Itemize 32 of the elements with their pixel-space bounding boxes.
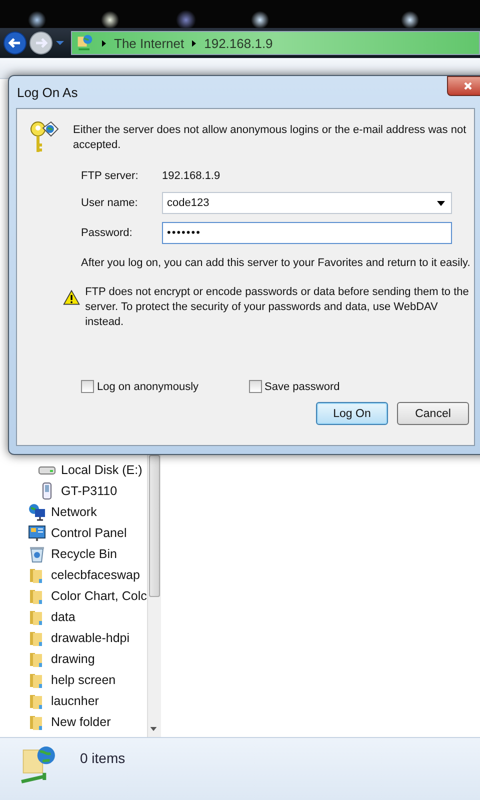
tree-item[interactable]: Network [51, 504, 97, 518]
field-label: FTP server: [81, 169, 140, 184]
tree-item[interactable]: help screen [51, 672, 116, 686]
info-text: After you log on, you can add this server to your Favorites and return to it easily. [81, 256, 472, 271]
tree-item[interactable]: celecbfaceswap [51, 568, 140, 582]
field-label: Password: [81, 226, 134, 241]
breadcrumb[interactable]: The Internet [114, 36, 184, 50]
field-label: User name: [81, 196, 139, 211]
tree-item[interactable]: Local Disk (E:) [61, 462, 142, 476]
tree-item[interactable]: drawing [51, 652, 95, 666]
checkbox-label[interactable]: Log on anonymously [97, 380, 199, 392]
checkbox-label[interactable]: Save password [264, 380, 340, 392]
field-value: code123 [167, 197, 210, 209]
tree-item[interactable]: GT-P3110 [61, 484, 118, 498]
tree-item[interactable]: New folder [51, 714, 111, 728]
password-field[interactable]: ••••••• [162, 222, 452, 244]
breadcrumb[interactable]: 192.168.1.9 [204, 36, 273, 50]
address-bar[interactable]: The Internet 192.168.1.9 [71, 31, 480, 55]
warning-text: FTP does not encrypt or encode passwords or data before sending them to the server. To protect the security of your passwords and data, use WebDAV instead. [85, 285, 470, 330]
default-button[interactable]: Log On [316, 402, 388, 425]
username-combo-box[interactable]: code123 [162, 192, 452, 214]
tree-item[interactable]: Color Chart, Colc [51, 588, 147, 602]
tree-item[interactable]: laucnher [51, 694, 99, 708]
dialog-title: Log On As [17, 84, 78, 100]
tree-item[interactable]: drawable-hdpi [51, 630, 130, 644]
tree-item[interactable]: Recycle Bin [51, 546, 117, 560]
error-message: Either the server does not allow anonymous logins or the e-mail address was not accepted. [73, 123, 468, 153]
tree-item[interactable]: data [51, 610, 76, 624]
dialog-button[interactable]: Cancel [397, 402, 469, 425]
tree-item[interactable]: Control Panel [51, 526, 127, 540]
server-address: 192.168.1.9 [162, 169, 222, 184]
item-count: 0 items [80, 750, 126, 766]
